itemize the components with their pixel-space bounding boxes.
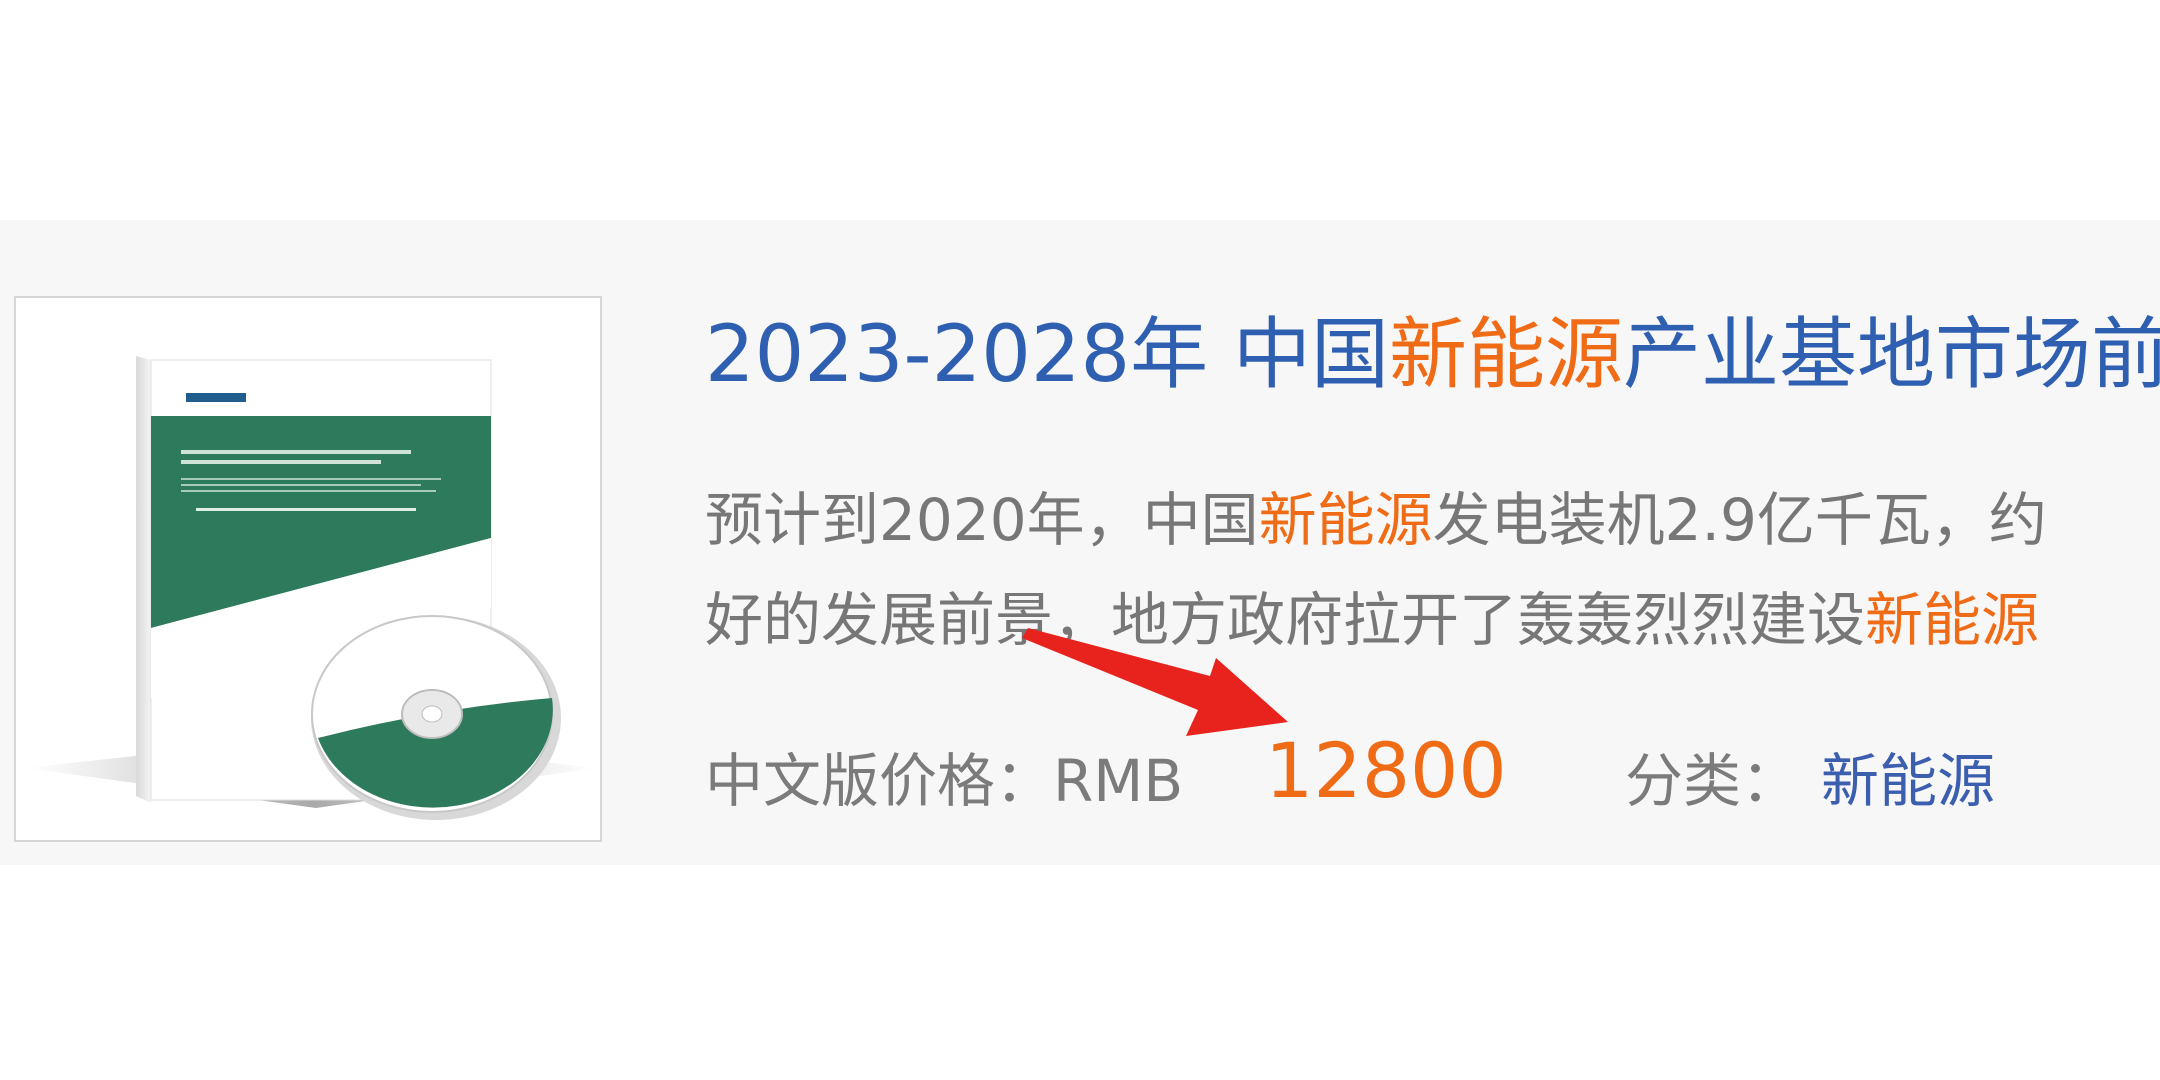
price-label: 中文版价格：RMB bbox=[705, 747, 1184, 815]
report-summary-line-1: 预计到2020年，中国新能源发电装机2.9亿千瓦，约 bbox=[705, 480, 2047, 560]
summary-keyword: 新能源 bbox=[1865, 586, 2040, 654]
red-arrow-icon bbox=[1022, 628, 1288, 736]
report-title-suffix: 产业基地市场前 bbox=[1622, 310, 2160, 400]
report-title-keyword: 新能源 bbox=[1388, 310, 1623, 400]
price-value: 12800 bbox=[1265, 726, 1507, 815]
summary-text: 发电装机2.9亿千瓦，约 bbox=[1432, 486, 2047, 554]
report-cover-thumbnail[interactable] bbox=[14, 296, 602, 842]
report-title-link[interactable]: 2023-2028年 中国新能源产业基地市场前 bbox=[705, 300, 2160, 410]
report-info: 2023-2028年 中国新能源产业基地市场前 预计到2020年，中国新能源发电… bbox=[705, 0, 2160, 1080]
report-summary-line-2: 好的发展前景，地方政府拉开了轰轰烈烈建设新能源 bbox=[705, 580, 2039, 660]
report-title-prefix: 2023-2028年 中国 bbox=[705, 310, 1389, 400]
summary-keyword: 新能源 bbox=[1258, 486, 1433, 554]
category-label: 分类： bbox=[1625, 747, 1800, 815]
summary-text: 预计到2020年，中国 bbox=[705, 486, 1259, 554]
category-link[interactable]: 新能源 bbox=[1821, 746, 1995, 816]
report-cover-image bbox=[26, 356, 596, 820]
